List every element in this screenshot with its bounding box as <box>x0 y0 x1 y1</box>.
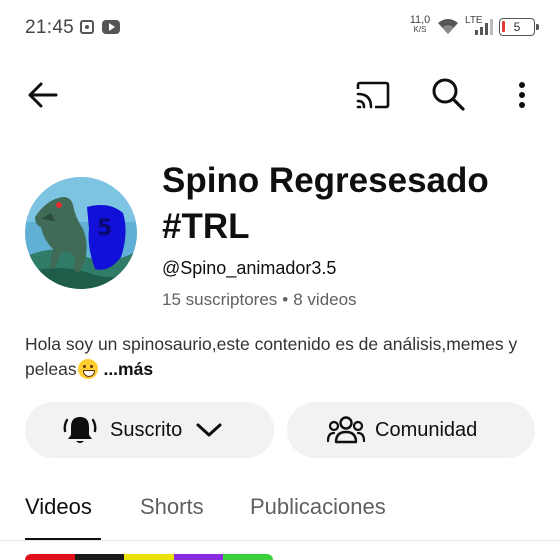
tab-shorts[interactable]: Shorts <box>140 494 204 520</box>
signal-icon <box>474 18 494 41</box>
battery-level: 5 <box>513 20 521 34</box>
tabs-divider <box>0 540 560 541</box>
battery-icon: 5 <box>499 18 539 36</box>
channel-name-line-1: Spino Regresesado <box>162 161 489 200</box>
channel-avatar[interactable]: 5 <box>25 177 137 289</box>
stats-separator: • <box>282 290 289 309</box>
community-label: Comunidad <box>375 418 478 441</box>
community-button[interactable]: Comunidad <box>287 402 535 458</box>
more-vert-icon <box>519 82 525 108</box>
grinning-emoji-icon <box>77 359 98 379</box>
more-link[interactable]: ...más <box>103 359 153 379</box>
search-button[interactable] <box>426 72 470 116</box>
bell-icon <box>62 412 98 448</box>
tab-videos[interactable]: Videos <box>25 494 92 520</box>
cast-icon <box>356 81 390 109</box>
subscribed-button[interactable]: Suscrito <box>25 402 274 458</box>
subscriber-count: 15 suscriptores <box>162 290 278 309</box>
status-time: 21:45 <box>25 17 75 38</box>
network-speed: 11,0 K/S <box>408 15 432 35</box>
subscribed-label: Suscrito <box>110 418 183 441</box>
svg-text:5: 5 <box>97 216 112 241</box>
network-speed-value: 11,0 <box>409 14 431 26</box>
screen-record-icon <box>80 20 94 34</box>
tab-publicaciones[interactable]: Publicaciones <box>250 494 386 520</box>
people-icon <box>327 414 365 446</box>
wifi-icon <box>437 18 459 41</box>
chevron-down-icon <box>196 422 222 438</box>
channel-description[interactable]: Hola soy un spinosaurio,este contenido e… <box>25 332 545 382</box>
search-icon <box>432 78 465 111</box>
video-thumbnail[interactable] <box>25 554 273 560</box>
youtube-icon <box>102 20 120 34</box>
channel-name: Spino Regresesado #TRL <box>162 158 542 250</box>
more-options-button[interactable] <box>508 74 536 116</box>
back-button[interactable] <box>22 74 64 116</box>
cast-button[interactable] <box>352 74 394 116</box>
back-arrow-icon <box>28 82 58 108</box>
channel-name-line-2: #TRL <box>162 207 250 246</box>
channel-stats: 15 suscriptores • 8 videos <box>162 290 357 310</box>
description-text: Hola soy un spinosaurio,este contenido e… <box>25 334 518 379</box>
status-bar: 21:45 11,0 K/S LTE 5 <box>0 0 560 56</box>
network-speed-unit: K/S <box>413 25 427 34</box>
channel-handle: @Spino_animador3.5 <box>162 258 337 278</box>
video-count: 8 videos <box>293 290 357 309</box>
